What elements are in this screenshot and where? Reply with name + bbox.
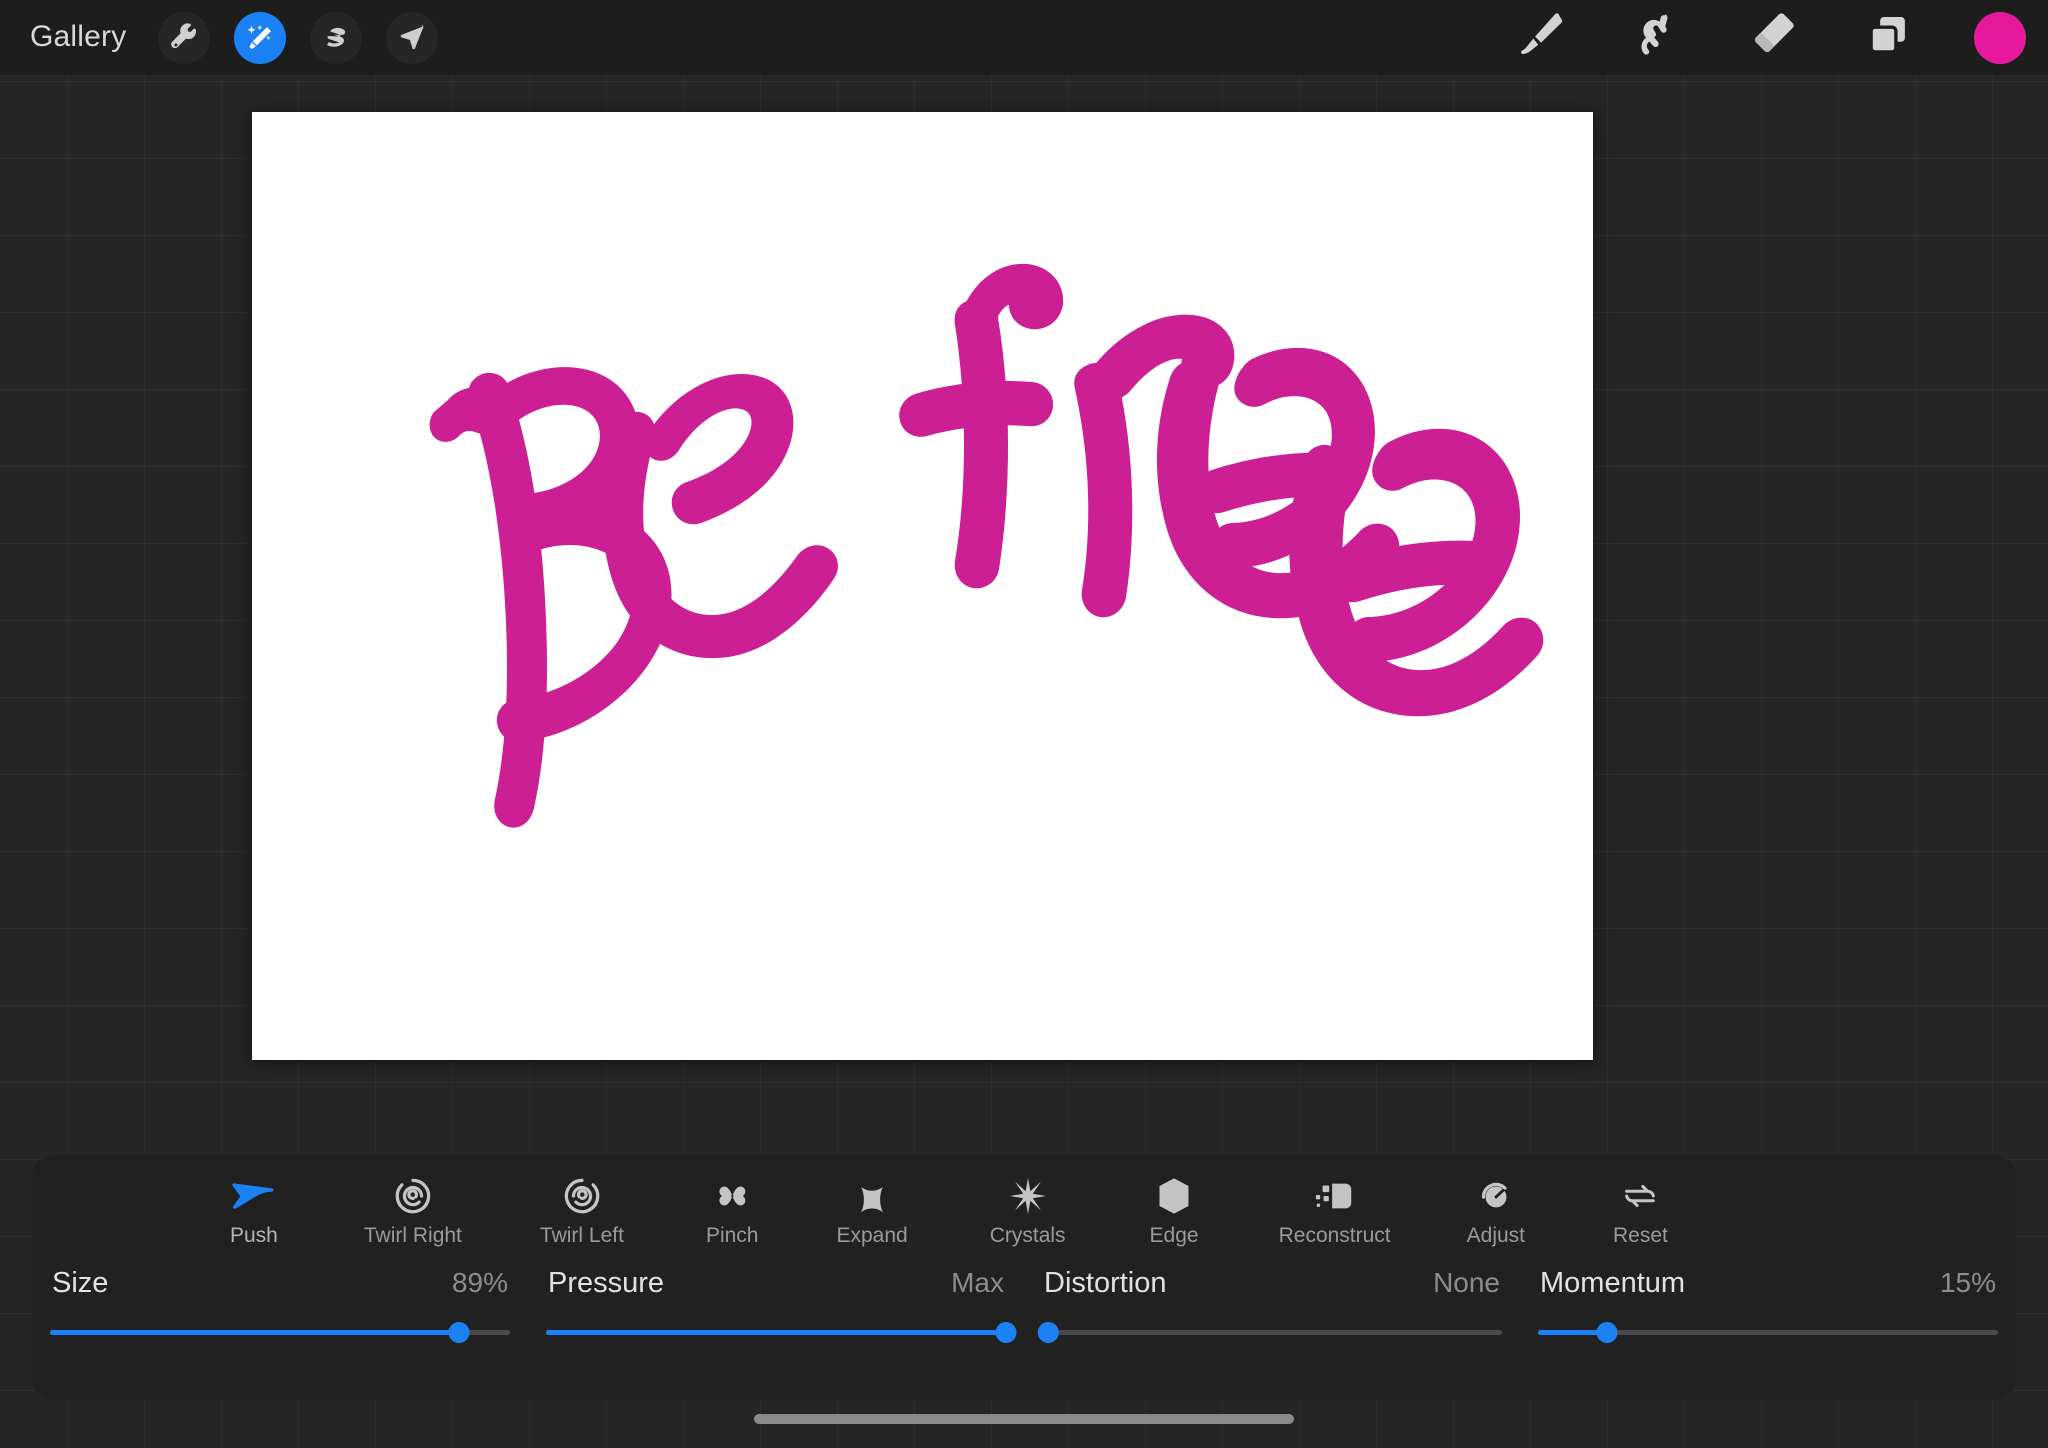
arrow-cursor-icon [397,23,427,53]
liquify-tool-reset[interactable]: Reset [1613,1155,1668,1248]
pinch-clover-icon [713,1175,751,1217]
liquify-tool-reconstruct[interactable]: Reconstruct [1279,1155,1391,1248]
slider-track-area[interactable] [1538,1322,1998,1343]
liquify-tool-label: Edge [1149,1224,1199,1247]
toolbar-left-group: Gallery [0,11,462,64]
slider-value: 89% [451,1267,508,1298]
liquify-slider-row: Size 89% Pressure Max Distortion None Mo… [32,1267,2016,1397]
liquify-tool-adjust[interactable]: Adjust [1467,1155,1525,1248]
eraser-button[interactable] [1734,12,1810,64]
paintbrush-icon [1513,8,1567,67]
slider-knob[interactable] [1596,1322,1618,1343]
liquify-tool-row: Push Twirl Right Twirl Left Pinch Expand… [32,1155,2016,1263]
expand-blob-icon [854,1175,890,1217]
liquify-panel: Push Twirl Right Twirl Left Pinch Expand… [32,1155,2016,1400]
slider-momentum: Momentum 15% [1520,1267,2016,1397]
smudge-finger-icon [1629,8,1683,67]
liquify-tool-expand[interactable]: Expand [836,1155,908,1248]
slider-size: Size 89% [32,1267,528,1397]
adjust-dial-icon [1477,1175,1515,1217]
drawing-canvas[interactable] [252,112,1593,1060]
wrench-icon [169,22,199,53]
paint-brush-button[interactable] [1502,12,1578,64]
liquify-tool-push[interactable]: Push [230,1155,278,1248]
slider-knob[interactable] [448,1322,470,1343]
slider-value: Max [951,1267,1004,1298]
slider-value: 15% [1939,1267,1996,1298]
slider-header: Momentum 15% [1538,1267,1998,1300]
slider-label: Pressure [548,1267,665,1299]
slider-knob[interactable] [995,1322,1017,1343]
slider-track-area[interactable] [50,1322,510,1343]
liquify-tool-edge[interactable]: Edge [1150,1155,1199,1248]
gallery-button[interactable]: Gallery [28,16,136,60]
actions-wrench-button[interactable] [158,11,211,64]
layers-button[interactable] [1850,12,1926,64]
liquify-tool-label: Twirl Left [539,1224,624,1247]
selection-button[interactable] [310,11,363,64]
liquify-tool-label: Pinch [705,1224,759,1247]
s-curve-icon [321,23,351,53]
slider-knob[interactable] [1037,1322,1059,1343]
artwork-be-free [252,112,1593,1060]
reset-loop-icon [1621,1175,1659,1217]
twirl-left-icon [563,1175,601,1217]
liquify-tool-pinch[interactable]: Pinch [705,1155,759,1248]
adjustments-magic-button[interactable] [234,11,287,64]
liquify-tool-label: Twirl Right [363,1224,462,1247]
reconstruct-icon [1313,1175,1357,1217]
push-arrow-icon [232,1175,276,1217]
slider-label: Distortion [1044,1267,1167,1299]
procreate-app: Gallery Push Twirl Right Twirl Left Pinc… [0,0,2048,1448]
slider-label: Size [52,1267,109,1299]
top-toolbar: Gallery [0,0,2048,75]
toolbar-right-group [1502,11,2048,64]
slider-fill [50,1330,460,1335]
slider-track [1042,1330,1502,1335]
slider-fill [546,1330,1006,1335]
edge-hexagon-icon [1157,1175,1191,1217]
liquify-tool-label: Push [230,1224,278,1247]
slider-value: None [1433,1267,1500,1298]
liquify-tool-label: Reconstruct [1278,1224,1391,1247]
liquify-tool-label: Adjust [1466,1224,1526,1247]
liquify-tool-label: Reset [1613,1224,1668,1247]
eraser-icon [1745,8,1799,67]
slider-pressure: Pressure Max [528,1267,1024,1397]
slider-label: Momentum [1540,1267,1686,1299]
transform-button[interactable] [386,11,439,64]
slider-track-area[interactable] [1037,1322,1502,1343]
magic-wand-icon [245,23,275,53]
twirl-right-icon [394,1175,432,1217]
slider-header: Distortion None [1042,1267,1502,1300]
slider-header: Pressure Max [546,1267,1006,1300]
liquify-tool-label: Expand [836,1224,908,1247]
liquify-tool-twirl-right[interactable]: Twirl Right [364,1155,462,1248]
liquify-tool-twirl-left[interactable]: Twirl Left [540,1155,624,1248]
layers-icon [1861,8,1915,67]
crystals-star-icon [1008,1175,1048,1217]
slider-header: Size 89% [50,1267,510,1300]
smudge-button[interactable] [1618,12,1694,64]
slider-distortion: Distortion None [1024,1267,1520,1397]
slider-track-area[interactable] [546,1322,1017,1343]
liquify-tool-label: Crystals [989,1224,1066,1247]
home-indicator-bar[interactable] [754,1414,1294,1424]
liquify-tool-crystals[interactable]: Crystals [990,1155,1066,1248]
color-swatch-button[interactable] [1974,11,2026,64]
